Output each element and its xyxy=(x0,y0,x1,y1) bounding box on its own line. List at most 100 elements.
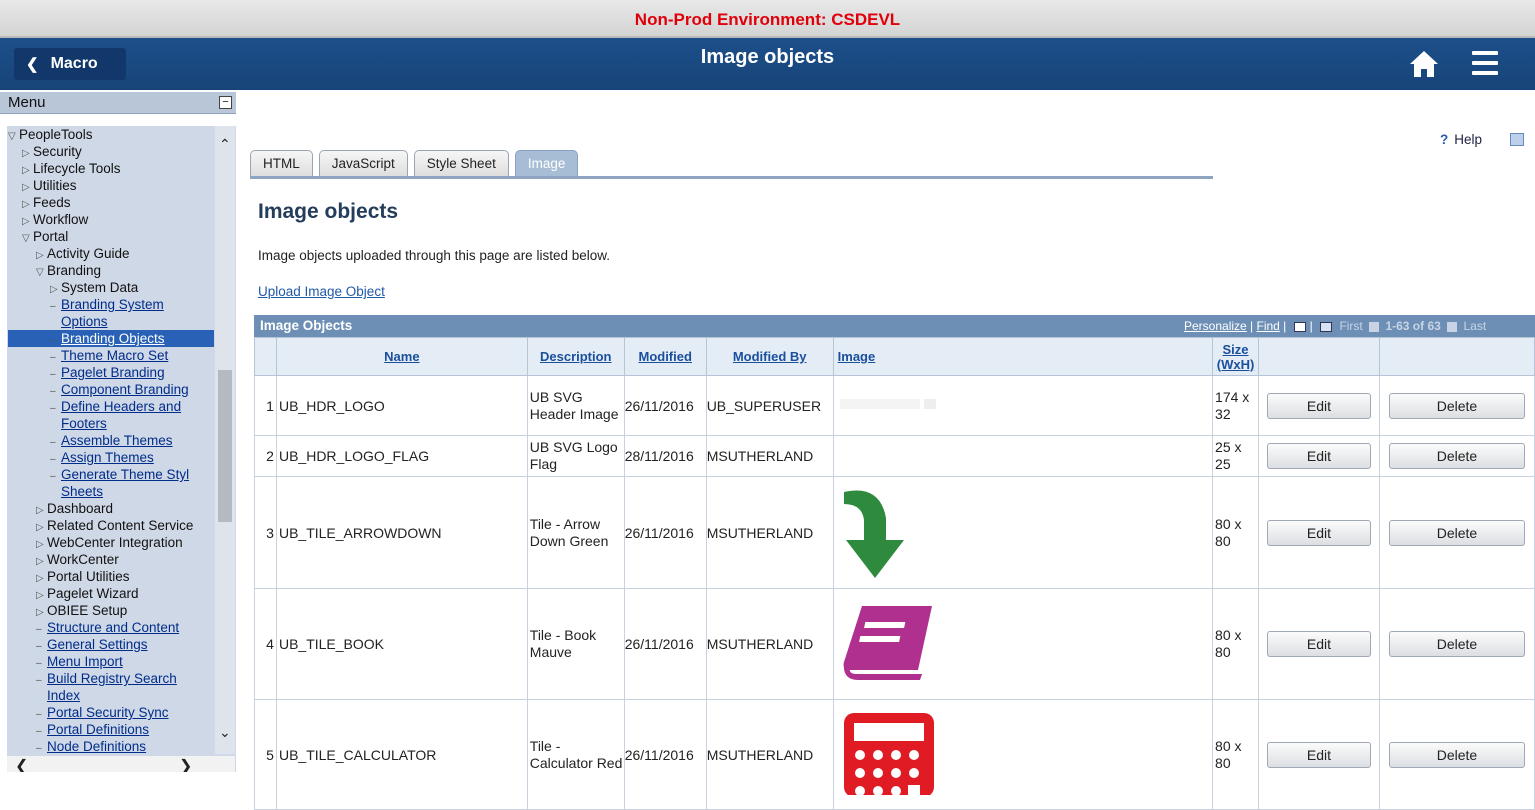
sidebar-item[interactable]: Index xyxy=(8,687,214,704)
sidebar-item[interactable]: – Assign Themes xyxy=(8,449,214,466)
personalize-link[interactable]: Personalize xyxy=(1184,319,1247,333)
delete-button[interactable]: Delete xyxy=(1388,519,1525,546)
sidebar-item[interactable]: ▷ WorkCenter xyxy=(8,551,214,568)
sidebar-item-label[interactable]: Sheets xyxy=(61,484,103,499)
edit-button[interactable]: Edit xyxy=(1266,392,1371,419)
new-window-icon[interactable] xyxy=(1510,133,1524,146)
scroll-left-icon[interactable]: ❮ xyxy=(15,756,28,772)
sidebar-item[interactable]: ▽ Portal xyxy=(8,228,214,245)
sidebar-item[interactable]: – Generate Theme Styl xyxy=(8,466,214,483)
sidebar-item[interactable]: – Menu Import xyxy=(8,653,214,670)
first-link[interactable]: First xyxy=(1339,319,1362,333)
tab-image[interactable]: Image xyxy=(514,150,579,176)
description-column-header[interactable]: Description xyxy=(526,337,625,376)
sidebar-item[interactable]: ▷ Utilities xyxy=(8,177,214,194)
edit-button[interactable]: Edit xyxy=(1266,741,1371,768)
sidebar-item[interactable]: – Build Registry Search xyxy=(8,670,214,687)
home-icon[interactable] xyxy=(1409,50,1439,78)
sidebar-item[interactable]: ▷ Activity Guide xyxy=(8,245,214,262)
sidebar-item-label[interactable]: Branding System xyxy=(61,297,164,312)
last-link[interactable]: Last xyxy=(1464,319,1487,333)
sidebar-item-label[interactable]: Theme Macro Set xyxy=(61,348,168,363)
modified-column-header[interactable]: Modified xyxy=(623,337,707,376)
sidebar-item-label[interactable]: General Settings xyxy=(47,637,148,652)
sidebar-item-label[interactable]: Options xyxy=(61,314,108,329)
sidebar-item[interactable]: – Pagelet Branding xyxy=(8,364,214,381)
scroll-right-icon[interactable]: ❯ xyxy=(179,756,192,772)
upload-image-link[interactable]: Upload Image Object xyxy=(258,284,385,299)
sidebar-item[interactable]: ▷ Security xyxy=(8,143,214,160)
delete-button[interactable]: Delete xyxy=(1388,443,1525,469)
edit-button[interactable]: Edit xyxy=(1266,519,1371,546)
scroll-up-icon[interactable]: ⌃ xyxy=(219,136,231,153)
sidebar-item[interactable]: – Assemble Themes xyxy=(8,432,214,449)
delete-button[interactable]: Delete xyxy=(1388,631,1525,657)
sidebar-item-label[interactable]: Assign Themes xyxy=(61,450,154,465)
sidebar-item-label[interactable]: Portal Security Sync xyxy=(47,705,169,720)
collapse-icon[interactable]: − xyxy=(219,96,232,109)
scroll-down-icon[interactable]: ⌄ xyxy=(219,724,231,741)
sidebar-item-label[interactable]: Assemble Themes xyxy=(61,433,173,448)
sidebar-item-label[interactable]: Component Branding xyxy=(61,382,189,397)
sidebar-item[interactable]: ▷ Pagelet Wizard xyxy=(8,585,214,602)
sidebar-item[interactable]: Options xyxy=(8,313,214,330)
tab-html[interactable]: HTML xyxy=(250,150,313,176)
sidebar-item[interactable]: – Theme Macro Set xyxy=(8,347,214,364)
previous-icon[interactable] xyxy=(1369,321,1380,332)
sidebar-item[interactable]: ▽ Branding xyxy=(8,262,214,279)
grid-header-bar: Image Objects Personalize | Find | | Fir… xyxy=(254,315,1535,337)
hamburger-menu-icon[interactable] xyxy=(1472,51,1498,75)
sidebar-item[interactable]: ▷ Related Content Service xyxy=(8,517,214,534)
sidebar-item[interactable]: ▷ Feeds xyxy=(8,194,214,211)
sidebar-item-label[interactable]: Structure and Content xyxy=(47,620,179,635)
sidebar-item[interactable]: – Define Headers and xyxy=(8,398,214,415)
sidebar-item[interactable]: – Branding Objects xyxy=(8,330,214,347)
sidebar-item[interactable]: ▷ Workflow xyxy=(8,211,214,228)
sidebar-item-label[interactable]: Node Definitions xyxy=(47,739,146,754)
edit-button[interactable]: Edit xyxy=(1266,443,1371,469)
sidebar-item[interactable]: – Component Branding xyxy=(8,381,214,398)
next-icon[interactable] xyxy=(1447,321,1458,332)
sidebar-item-label[interactable]: Branding Objects xyxy=(61,331,165,346)
sidebar-item[interactable]: ▽ PeopleTools xyxy=(8,126,214,143)
sidebar-item[interactable]: – Structure and Content xyxy=(8,619,214,636)
sidebar-item-label[interactable]: Menu Import xyxy=(47,654,123,669)
vertical-scrollbar[interactable]: ⌃ ⌄ xyxy=(215,126,235,754)
sidebar-item-label[interactable]: Portal Definitions xyxy=(47,722,149,737)
sidebar-item-label[interactable]: Index xyxy=(47,688,80,703)
sidebar-item-label[interactable]: Pagelet Branding xyxy=(61,365,165,380)
sidebar-item[interactable]: – General Settings xyxy=(8,636,214,653)
find-link[interactable]: Find xyxy=(1257,319,1280,333)
help-link[interactable]: ? Help xyxy=(1440,132,1482,147)
sidebar-item[interactable]: – Portal Security Sync xyxy=(8,704,214,721)
sidebar-item[interactable]: ▷ Portal Utilities xyxy=(8,568,214,585)
sidebar-item[interactable]: Footers xyxy=(8,415,214,432)
sidebar-item[interactable]: ▷ Lifecycle Tools xyxy=(8,160,214,177)
sidebar-item[interactable]: ▷ OBIEE Setup xyxy=(8,602,214,619)
sidebar-item[interactable]: ▷ Dashboard xyxy=(8,500,214,517)
sidebar-item-label[interactable]: Define Headers and xyxy=(61,399,181,414)
delete-button[interactable]: Delete xyxy=(1388,741,1525,768)
sidebar-item[interactable]: ▷ System Data xyxy=(8,279,214,296)
image-column-header[interactable]: Image xyxy=(832,337,1214,376)
collapsed-icon: ▷ xyxy=(22,148,30,159)
delete-button[interactable]: Delete xyxy=(1388,392,1525,419)
view-all-icon[interactable] xyxy=(1293,321,1306,332)
sidebar-item-label[interactable]: Build Registry Search xyxy=(47,671,177,686)
sidebar-item[interactable]: – Node Definitions xyxy=(8,738,214,755)
sidebar-item[interactable]: – Branding System xyxy=(8,296,214,313)
sidebar-item[interactable]: Sheets xyxy=(8,483,214,500)
name-column-header[interactable]: Name xyxy=(275,337,528,376)
modified-by-column-header[interactable]: Modified By xyxy=(705,337,834,376)
tab-style-sheet[interactable]: Style Sheet xyxy=(413,150,509,176)
sidebar-item[interactable]: – Portal Definitions xyxy=(8,721,214,738)
sidebar-item[interactable]: ▷ WebCenter Integration xyxy=(8,534,214,551)
tab-javascript[interactable]: JavaScript xyxy=(318,150,408,176)
size-column-header[interactable]: Size (WxH) xyxy=(1212,337,1260,376)
scrollbar-thumb[interactable] xyxy=(218,370,232,522)
edit-button[interactable]: Edit xyxy=(1266,631,1371,657)
sidebar-item-label[interactable]: Footers xyxy=(61,416,107,431)
download-icon[interactable] xyxy=(1320,321,1333,332)
sidebar-item-label[interactable]: Generate Theme Styl xyxy=(61,467,189,482)
horizontal-scrollbar[interactable]: ❮ ❯ xyxy=(7,756,235,772)
